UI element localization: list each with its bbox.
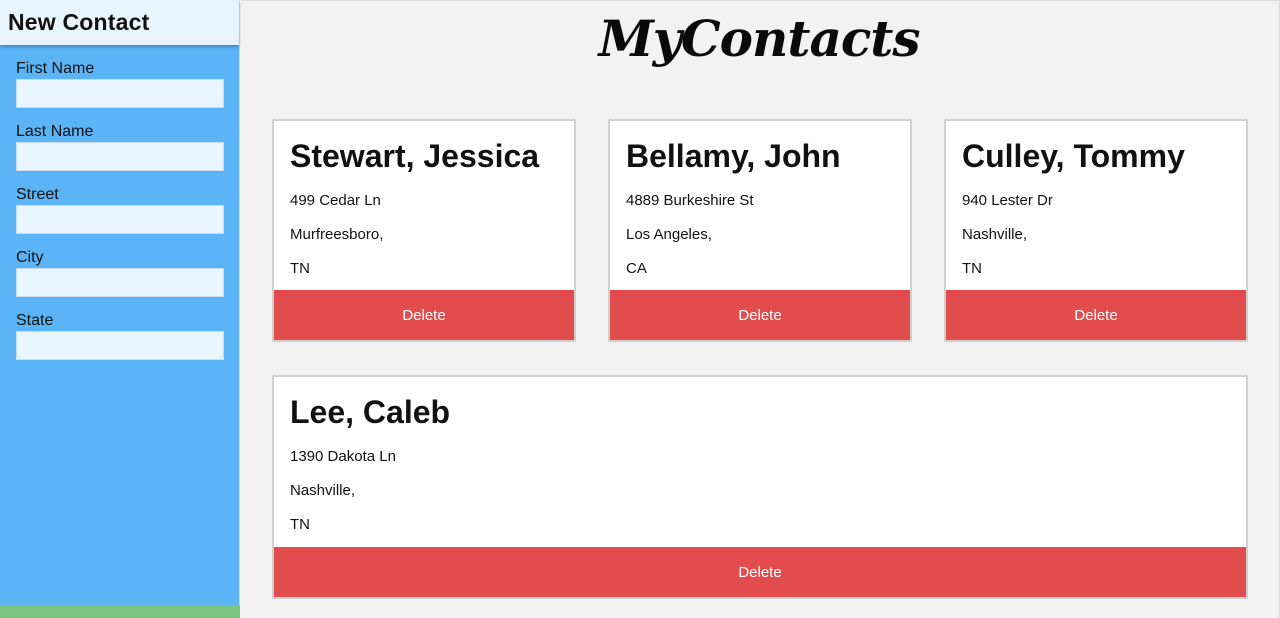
contact-card: Culley, Tommy 940 Lester Dr Nashville, T…: [944, 119, 1248, 342]
delete-button[interactable]: Delete: [946, 290, 1246, 340]
last-name-field: Last Name: [16, 123, 224, 186]
app-window: New Contact First Name Last Name Street …: [0, 0, 1280, 618]
new-contact-form: First Name Last Name Street City State: [0, 45, 239, 375]
contact-state: TN: [290, 516, 310, 533]
contact-details: Stewart, Jessica 499 Cedar Ln Murfreesbo…: [274, 121, 574, 292]
sidebar-header: New Contact: [0, 0, 239, 45]
contact-city: Los Angeles,: [626, 226, 712, 243]
first-name-field: First Name: [16, 60, 224, 123]
contact-state: TN: [290, 260, 310, 277]
state-field: State: [16, 312, 224, 375]
city-input[interactable]: [16, 268, 224, 297]
city-label: City: [16, 249, 44, 266]
app-logo: MyContacts: [598, 9, 920, 68]
last-name-input[interactable]: [16, 142, 224, 171]
contact-card: Bellamy, John 4889 Burkeshire St Los Ang…: [608, 119, 912, 342]
first-name-label: First Name: [16, 60, 95, 77]
first-name-input[interactable]: [16, 79, 224, 108]
street-field: Street: [16, 186, 224, 249]
state-label: State: [16, 312, 54, 329]
contact-city: Nashville,: [962, 226, 1028, 243]
contact-state: TN: [962, 260, 982, 277]
contacts-main: MyContacts Stewart, Jessica 499 Cedar Ln…: [241, 0, 1280, 618]
contact-name: Bellamy, John: [626, 138, 841, 174]
sidebar-footer-bar: [0, 605, 240, 618]
delete-button[interactable]: Delete: [610, 290, 910, 340]
delete-button[interactable]: Delete: [274, 547, 1246, 597]
new-contact-sidebar: New Contact First Name Last Name Street …: [0, 0, 240, 618]
delete-button[interactable]: Delete: [274, 290, 574, 340]
sidebar-title: New Contact: [8, 9, 150, 35]
contact-state: CA: [626, 260, 647, 277]
state-input[interactable]: [16, 331, 224, 360]
contact-card: Lee, Caleb 1390 Dakota Ln Nashville, TN …: [272, 375, 1248, 599]
contact-name: Stewart, Jessica: [290, 138, 540, 174]
contact-name: Lee, Caleb: [290, 394, 451, 430]
contact-details: Bellamy, John 4889 Burkeshire St Los Ang…: [610, 121, 910, 292]
contact-street: 499 Cedar Ln: [290, 192, 381, 209]
contact-details: Culley, Tommy 940 Lester Dr Nashville, T…: [946, 121, 1246, 292]
contact-card: Stewart, Jessica 499 Cedar Ln Murfreesbo…: [272, 119, 576, 342]
contact-name: Culley, Tommy: [962, 138, 1185, 174]
contact-city: Nashville,: [290, 482, 356, 499]
contact-street: 1390 Dakota Ln: [290, 448, 396, 465]
last-name-label: Last Name: [16, 123, 94, 140]
contact-street: 4889 Burkeshire St: [626, 192, 754, 209]
city-field: City: [16, 249, 224, 312]
contact-details: Lee, Caleb 1390 Dakota Ln Nashville, TN: [274, 377, 1246, 548]
street-label: Street: [16, 186, 59, 203]
street-input[interactable]: [16, 205, 224, 234]
contact-city: Murfreesboro,: [290, 226, 384, 243]
contact-street: 940 Lester Dr: [962, 192, 1053, 209]
